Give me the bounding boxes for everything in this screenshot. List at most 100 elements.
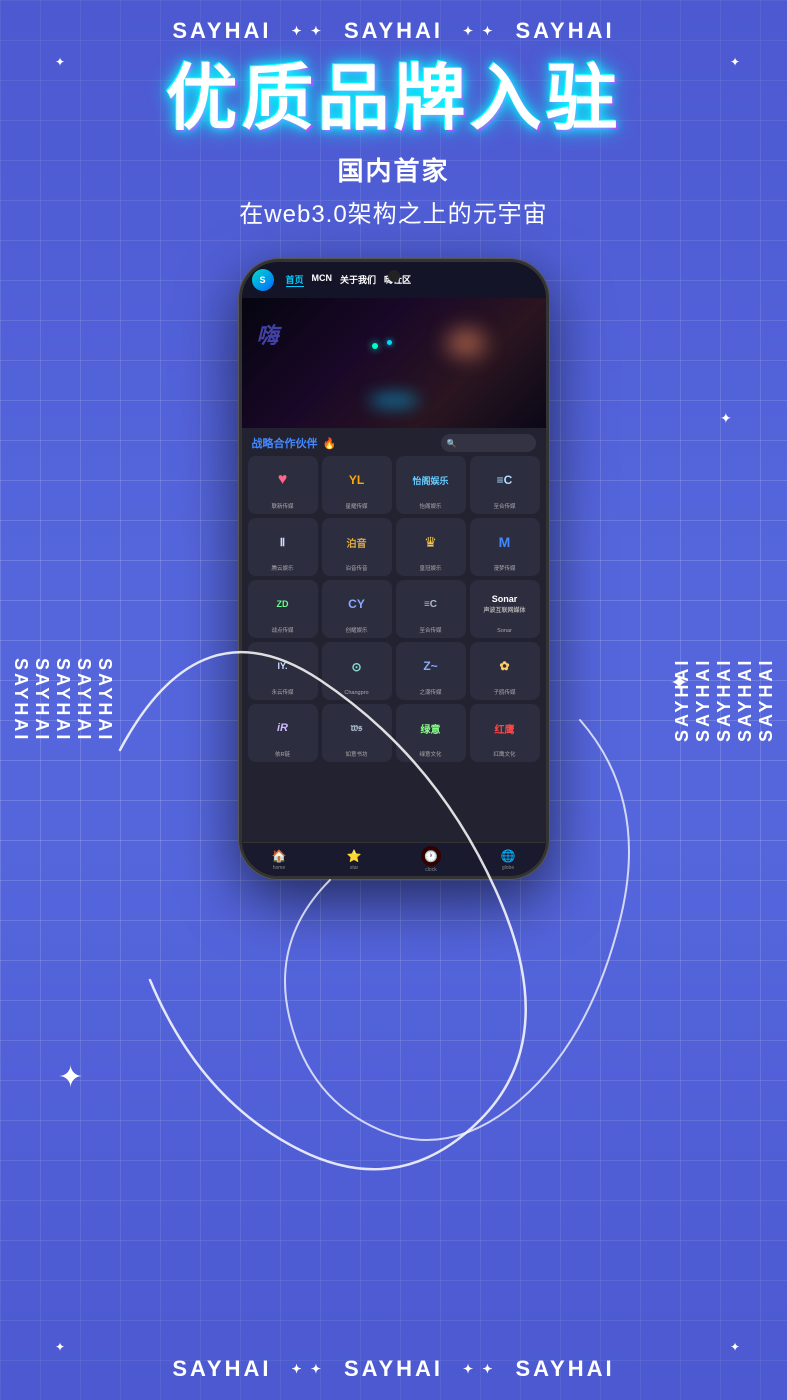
nav-link-about[interactable]: 关于我们 — [340, 273, 376, 287]
brand-icon-yz: YL — [349, 473, 364, 487]
brand-card-13[interactable]: IY. 永云传媒 — [248, 642, 318, 700]
brand-name-8: 漫梦传媒 — [493, 564, 515, 572]
brand-icon-ws: 𝔴𝔰 — [351, 722, 363, 735]
brand-name-17: 依R链 — [275, 750, 290, 758]
brand-logo-5: Ⅱ — [252, 522, 314, 562]
brand-icon-iy: IY. — [277, 661, 287, 671]
ticker-left-3: SAYHAI — [52, 658, 73, 742]
brand-icon-red: 红鹰 — [495, 721, 515, 736]
bottom-nav-home-icon: 🏠 — [271, 848, 287, 864]
ticker-side-left: SAYHAI SAYHAI SAYHAI SAYHAI SAYHAI — [10, 0, 115, 1400]
brand-card-15[interactable]: Z~ 之潮传媒 — [396, 642, 466, 700]
ticker-bottom-text-1: SAYHAI — [172, 1356, 271, 1382]
hero-title: 优质品牌入驻 — [165, 60, 621, 139]
brand-logo-13: IY. — [252, 646, 314, 686]
brand-logo-7: ♛ — [400, 522, 462, 562]
brand-card-7[interactable]: ♛ 皇冠娱乐 — [396, 518, 466, 576]
phone-camera — [388, 270, 400, 282]
partners-section: 战略合作伙伴 🔥 🔍 ♥ — [242, 428, 546, 842]
ticker-dot-3: ✦ ✦ — [291, 1362, 323, 1376]
brand-card-9[interactable]: ZD 战点传媒 — [248, 580, 318, 638]
partners-title-mark: 🔥 — [323, 438, 337, 450]
bottom-nav-home-label: home — [273, 865, 286, 871]
brand-icon-cq: ⊙ — [351, 660, 361, 674]
search-input[interactable] — [460, 436, 530, 450]
brand-name-6: 泊音传音 — [345, 564, 367, 572]
brand-card-18[interactable]: 𝔴𝔰 如意书坊 — [322, 704, 392, 762]
brand-icon-fc: ≡C — [424, 599, 437, 610]
brand-card-2[interactable]: YL 星耀传媒 — [322, 456, 392, 514]
hero-subtitle1: 国内首家 — [165, 151, 621, 188]
app-banner: 嗨 — [242, 298, 546, 428]
brand-logo-1: ♥ — [252, 460, 314, 500]
brand-name-20: 红鹰文化 — [493, 750, 515, 758]
ticker-dot-4: ✦ ✦ — [463, 1362, 495, 1376]
brand-logo-18: 𝔴𝔰 — [326, 708, 388, 748]
hero-section: 优质品牌入驻 国内首家 在web3.0架构之上的元宇宙 — [165, 60, 621, 229]
bottom-nav-clock-icon: 🕐 — [421, 846, 441, 866]
bottom-nav-clock-label: clock — [425, 867, 436, 873]
brand-card-19[interactable]: 绿意 绿意文化 — [396, 704, 466, 762]
brand-card-8[interactable]: M 漫梦传媒 — [470, 518, 540, 576]
brand-icon-sc: ≡C — [497, 473, 513, 487]
app-bottom-nav: 🏠 home ⭐ star 🕐 clock — [242, 842, 546, 876]
brand-card-17[interactable]: iR 依R链 — [248, 704, 318, 762]
brand-icon-lv: 绿意 — [421, 721, 441, 736]
brand-card-4[interactable]: ≡C 至合传媒 — [470, 456, 540, 514]
ticker-bottom: SAYHAI ✦ ✦ SAYHAI ✦ ✦ SAYHAI — [0, 1356, 787, 1382]
brand-card-11[interactable]: ≡C 至合传媒 — [396, 580, 466, 638]
phone-screen: S 首页 MCN 关于我们 嗨社区 — [242, 262, 546, 876]
bottom-nav-home[interactable]: 🏠 home — [271, 848, 287, 871]
brand-name-2: 星耀传媒 — [345, 502, 367, 510]
brand-name-1: 联新传媒 — [271, 502, 293, 510]
brand-logo-3: 怡阁娱乐 — [400, 460, 462, 500]
brand-card-20[interactable]: 红鹰 红鹰文化 — [470, 704, 540, 762]
brand-logo-8: M — [474, 522, 536, 562]
brand-card-3[interactable]: 怡阁娱乐 怡阁娱乐 — [396, 456, 466, 514]
brand-logo-14: ⊙ — [326, 646, 388, 688]
ticker-left-1: SAYHAI — [94, 658, 115, 742]
brand-logo-4: ≡C — [474, 460, 536, 500]
brand-logo-17: iR — [252, 708, 314, 748]
hero-subtitle2: 在web3.0架构之上的元宇宙 — [165, 194, 621, 229]
brand-card-12[interactable]: Sonar声波互联网媒体 Sonar — [470, 580, 540, 638]
bottom-nav-clock[interactable]: 🕐 clock — [421, 846, 441, 873]
brand-card-14[interactable]: ⊙ Changpro — [322, 642, 392, 700]
ticker-right-4: SAYHAI — [735, 658, 756, 742]
ticker-top-text-1: SAYHAI — [172, 18, 271, 44]
nav-link-mcn[interactable]: MCN — [312, 273, 333, 287]
partners-search-box[interactable]: 🔍 — [441, 434, 536, 452]
brand-name-3: 怡阁娱乐 — [419, 502, 441, 510]
brand-card-10[interactable]: CY 创耀娱乐 — [322, 580, 392, 638]
brand-name-19: 绿意文化 — [419, 750, 441, 758]
brand-icon-zl: Z~ — [423, 659, 437, 673]
brand-logo-2: YL — [326, 460, 388, 500]
ticker-dot-1: ✦ ✦ — [291, 24, 323, 38]
partners-title-text: 战略合作伙伴 — [252, 438, 318, 450]
brand-icon-zn: ✿ — [499, 659, 509, 673]
bottom-nav-star[interactable]: ⭐ star — [346, 848, 362, 871]
brand-name-16: 子鸥传媒 — [493, 688, 515, 696]
brand-card-1[interactable]: ♥ 联新传媒 — [248, 456, 318, 514]
bottom-nav-star-label: star — [350, 865, 358, 871]
bottom-nav-globe[interactable]: 🌐 globe — [500, 848, 516, 871]
ticker-top: SAYHAI ✦ ✦ SAYHAI ✦ ✦ SAYHAI — [0, 18, 787, 44]
brand-logo-11: ≡C — [400, 584, 462, 624]
brand-icon-crown: ♛ — [424, 534, 437, 551]
brand-card-5[interactable]: Ⅱ 腾云娱乐 — [248, 518, 318, 576]
phone-mockup: S 首页 MCN 关于我们 嗨社区 — [239, 259, 549, 879]
brand-icon-lc: 泊音 — [347, 535, 367, 550]
brand-logo-6: 泊音 — [326, 522, 388, 562]
ticker-left-2: SAYHAI — [73, 658, 94, 742]
bottom-nav-star-icon: ⭐ — [346, 848, 362, 864]
banner-text: 嗨 — [257, 318, 279, 350]
brand-icon-ty: Ⅱ — [280, 536, 285, 549]
ticker-right-3: SAYHAI — [714, 658, 735, 742]
main-content: 优质品牌入驻 国内首家 在web3.0架构之上的元宇宙 S 首页 MCN 关于我… — [0, 0, 787, 1400]
brand-name-4: 至合传媒 — [493, 502, 515, 510]
brand-card-16[interactable]: ✿ 子鸥传媒 — [470, 642, 540, 700]
brand-card-6[interactable]: 泊音 泊音传音 — [322, 518, 392, 576]
ticker-side-right: SAYHAI SAYHAI SAYHAI SAYHAI SAYHAI — [672, 0, 777, 1400]
nav-link-home[interactable]: 首页 — [286, 273, 304, 287]
brand-logo-sonar: Sonar声波互联网媒体 — [474, 584, 536, 626]
